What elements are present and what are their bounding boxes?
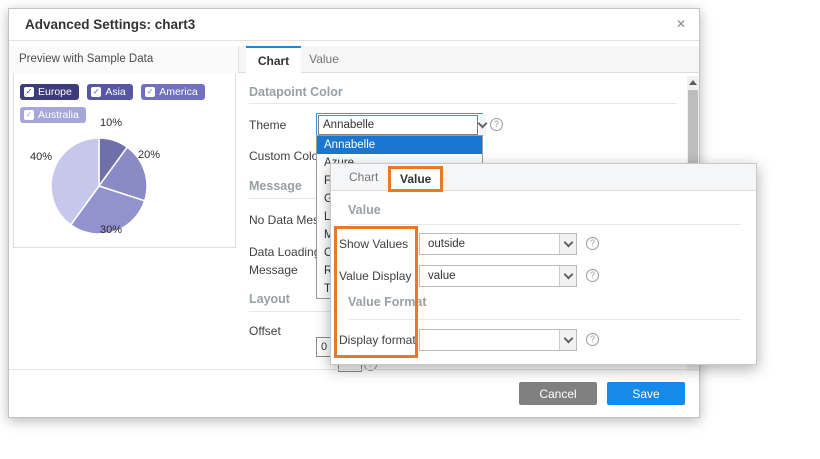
section-layout: Layout [249,292,290,306]
legend-chip-australia[interactable]: ✓ Australia [20,107,86,123]
value-display-select[interactable]: value [419,265,577,287]
show-values-help-icon[interactable]: ? [586,237,599,250]
dialog-title: Advanced Settings: chart3 [25,17,195,32]
divider [249,103,677,104]
value-settings-panel: Chart Value Value Show Values outside ? … [330,163,757,365]
overlay-tab-chart[interactable]: Chart [349,164,378,191]
legend-chip-america[interactable]: ✓ America [141,84,205,100]
dialog-footer: Cancel Save [9,369,699,417]
pie-chart-svg [44,131,154,241]
pie-value-label: 30% [100,224,122,236]
checkbox-checked-icon[interactable]: ✓ [24,110,34,120]
legend-chip-asia[interactable]: ✓ Asia [87,84,132,100]
theme-label: Theme [249,118,286,132]
legend-chip-europe[interactable]: ✓ Europe [20,84,79,100]
display-format-select[interactable] [419,329,577,351]
theme-option[interactable]: Annabelle [317,136,482,154]
overlay-tab-value[interactable]: Value [388,166,443,192]
overlay-tab-strip: Chart Value [331,164,756,191]
pie-value-label: 40% [30,151,52,163]
scrollbar-thumb[interactable] [688,90,698,168]
theme-combobox[interactable] [316,113,483,137]
display-format-help-icon[interactable]: ? [586,333,599,346]
show-values-select[interactable]: outside [419,233,577,255]
checkbox-checked-icon[interactable]: ✓ [24,87,34,97]
dialog-titlebar: Advanced Settings: chart3 ✕ [9,9,699,41]
legend-label: Australia [38,109,79,121]
checkbox-checked-icon[interactable]: ✓ [145,87,155,97]
select-dropdown-button[interactable] [559,234,576,254]
offset-label: Offset [249,324,281,338]
tab-chart[interactable]: Chart [246,46,301,74]
value-display-help-icon[interactable]: ? [586,269,599,282]
pie-chart [44,131,154,241]
value-display-value: value [428,270,456,282]
select-dropdown-button[interactable] [559,330,576,350]
theme-input[interactable] [318,115,478,135]
pie-value-label: 10% [100,117,122,129]
divider [348,224,741,225]
chevron-down-icon [478,119,488,129]
section-message: Message [249,179,302,193]
save-button[interactable]: Save [607,382,685,405]
overlay-section-value: Value [348,203,381,217]
chevron-down-icon [563,334,573,344]
preview-header: Preview with Sample Data [9,46,239,73]
legend-label: Europe [38,86,72,98]
chevron-down-icon [563,270,573,280]
pie-value-label: 20% [138,149,160,161]
theme-help-icon[interactable]: ? [490,118,503,131]
annotation-highlight-box [334,226,418,358]
legend-label: Asia [105,86,125,98]
section-datapoint-color: Datapoint Color [249,85,343,99]
checkbox-checked-icon[interactable]: ✓ [91,87,101,97]
chevron-down-icon [563,238,573,248]
preview-panel: ✓ Europe ✓ Asia ✓ America ✓ Australia 10% 20… [13,73,236,248]
tab-value[interactable]: Value [301,46,347,73]
theme-dropdown-button[interactable] [479,114,486,136]
close-icon[interactable]: ✕ [676,17,686,31]
tab-strip: Preview with Sample Data Chart Value [9,46,699,73]
cancel-button[interactable]: Cancel [519,382,597,405]
select-dropdown-button[interactable] [559,266,576,286]
scroll-up-icon[interactable] [689,80,697,85]
legend-label: America [159,86,198,98]
show-values-value: outside [428,238,465,250]
